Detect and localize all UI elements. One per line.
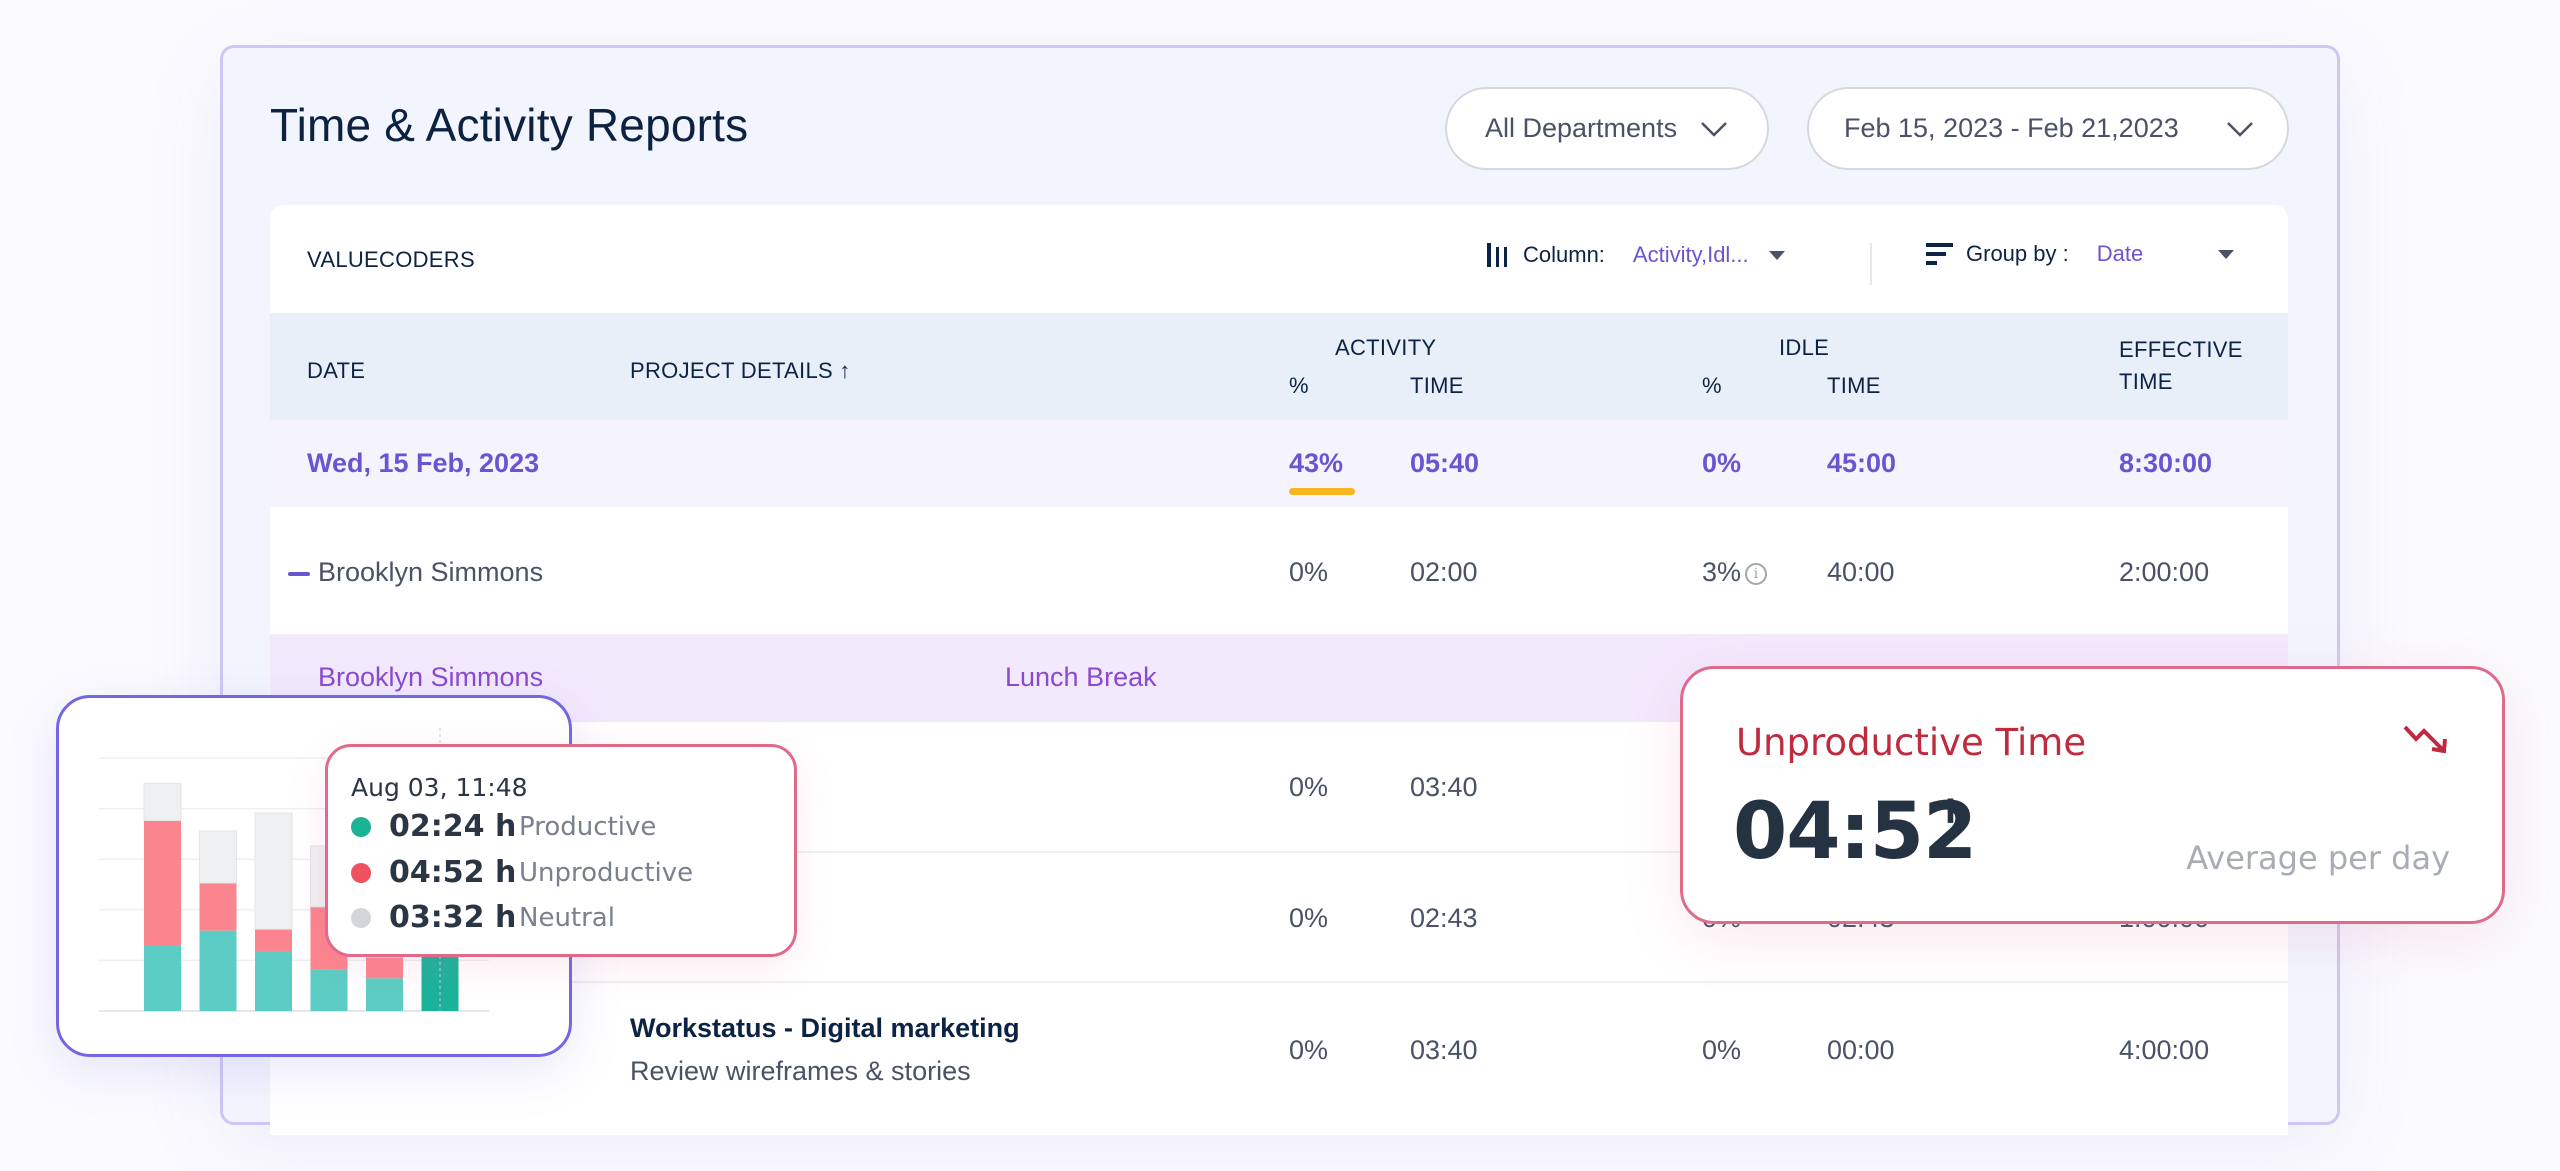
card-title: Unproductive Time <box>1736 721 2087 764</box>
project-cell: Workstatus - Digital marketing Review wi… <box>630 1013 1020 1087</box>
header-project-details-label: PROJECT DETAILS <box>630 358 833 383</box>
column-label: Column: <box>1523 242 1605 267</box>
tooltip-label: Neutral <box>519 902 615 933</box>
project-task: Review wireframes & stories <box>630 1056 971 1086</box>
header-activity-time[interactable]: TIME <box>1410 373 1464 399</box>
table-toolbar: VALUECODERS Column: Activity,Idl... Grou… <box>270 205 2288 313</box>
member-row[interactable]: Brooklyn Simmons 0% 02:00 3% i 40:00 2:00… <box>270 507 2288 636</box>
member-activity-time: 02:00 <box>1410 557 1478 587</box>
unproductive-time-card: Unproductive Time 04:52 h Average per da… <box>1680 666 2505 924</box>
project-title: Workstatus - Digital marketing <box>630 1013 1020 1043</box>
group-effective-time: 8:30:00 <box>2119 448 2213 478</box>
header-effective[interactable]: EFFECTIVE <box>2119 337 2243 363</box>
member-effective-time: 2:00:00 <box>2119 557 2210 587</box>
department-dropdown-value: All Departments <box>1485 113 1678 143</box>
member-name: Brooklyn Simmons <box>318 557 544 587</box>
bar-segment-productive[interactable] <box>144 945 181 1011</box>
header-effective-time: TIME <box>2119 369 2173 394</box>
break-member-name: Brooklyn Simmons <box>318 662 544 692</box>
date-group-row[interactable]: Wed, 15 Feb, 2023 43% 05:40 0% 45:00 8:3… <box>270 420 2288 507</box>
productive-dot-icon <box>351 816 371 837</box>
bar-segment-neutral[interactable] <box>143 782 182 822</box>
sort-asc-icon: ↑ <box>839 358 851 383</box>
bar-segment-productive[interactable] <box>199 930 237 1011</box>
tooltip-label: Unproductive <box>519 857 694 888</box>
toolbar-divider <box>1870 243 1872 285</box>
sort-lines-icon <box>1926 243 1953 265</box>
bar-segment-neutral[interactable] <box>254 812 293 930</box>
header-project-details[interactable]: PROJECT DETAILS ↑ <box>630 358 851 384</box>
activity-pct: 0% <box>1289 1035 1329 1065</box>
member-activity-pct: 0% <box>1289 557 1329 587</box>
bar-segment-unproductive[interactable] <box>366 957 403 979</box>
chart-tooltip: Aug 03, 11:48 02:24 h Productive 04:52 h… <box>325 744 797 957</box>
unproductive-dot-icon <box>351 862 371 883</box>
neutral-dot-icon <box>351 907 371 928</box>
header-idle-pct[interactable]: % <box>1702 373 1722 399</box>
activity-level-bar <box>1289 488 1355 495</box>
bar-segment-unproductive[interactable] <box>255 929 292 952</box>
trending-down-icon <box>2403 725 2447 754</box>
card-note: Average per day <box>2186 839 2450 877</box>
header-idle-time[interactable]: TIME <box>1827 373 1881 399</box>
member-idle-pct: 3% <box>1702 557 1742 587</box>
group-by-label: Group by : <box>1966 241 2069 266</box>
columns-icon <box>1487 243 1507 267</box>
caret-down-icon <box>1768 250 1785 260</box>
info-icon[interactable]: i <box>1745 562 1768 585</box>
header-idle: IDLE <box>1779 335 1830 360</box>
group-idle-time: 45:00 <box>1827 448 1897 478</box>
group-by-selector[interactable]: Group by : Date <box>1926 241 2235 267</box>
activity-time: 03:40 <box>1410 1035 1478 1065</box>
tooltip-value: 04:52 h <box>389 855 517 890</box>
header-activity: ACTIVITY <box>1335 335 1437 360</box>
tooltip-label: Productive <box>519 811 657 842</box>
date-range-picker[interactable]: Feb 15, 2023 - Feb 21,2023 <box>1807 87 2289 170</box>
chevron-down-icon <box>2226 121 2253 137</box>
break-activity: Lunch Break <box>1005 662 1157 692</box>
group-by-value: Date <box>2096 241 2144 266</box>
activity-time: 02:43 <box>1410 903 1478 933</box>
caret-down-icon <box>2218 249 2235 259</box>
group-activity-pct: 43% <box>1289 448 1344 478</box>
activity-pct: 0% <box>1289 772 1329 802</box>
idle-pct: 0% <box>1702 1035 1742 1065</box>
organization-name: VALUECODERS <box>307 247 475 272</box>
bar-segment-productive[interactable] <box>310 969 348 1011</box>
header-date[interactable]: DATE <box>307 358 365 384</box>
card-value: 04:52 <box>1733 787 1977 877</box>
bar-segment-productive[interactable] <box>255 951 292 1011</box>
member-idle-pct-cell: 3% i <box>1702 557 1768 588</box>
activity-pct: 0% <box>1289 903 1329 933</box>
chevron-down-icon <box>1701 121 1727 137</box>
tooltip-value: 02:24 h <box>389 809 517 844</box>
column-selector[interactable]: Column: Activity,Idl... <box>1485 241 1785 269</box>
department-dropdown[interactable]: All Departments <box>1445 87 1769 170</box>
idle-time: 00:00 <box>1827 1035 1895 1065</box>
header-activity-pct[interactable]: % <box>1289 373 1309 399</box>
tooltip-value: 03:32 h <box>389 900 517 935</box>
date-range-value: Feb 15, 2023 - Feb 21,2023 <box>1844 113 2179 143</box>
member-cell: Brooklyn Simmons <box>288 557 543 588</box>
bar-segment-unproductive[interactable] <box>199 883 237 931</box>
page-title: Time & Activity Reports <box>270 99 749 151</box>
member-idle-time: 40:00 <box>1827 557 1895 587</box>
bar-segment-productive[interactable] <box>366 978 403 1011</box>
table-header: DATE PROJECT DETAILS ↑ ACTIVITY % TIME I… <box>270 313 2288 420</box>
column-value: Activity,Idl... <box>1632 242 1749 267</box>
group-activity-time: 05:40 <box>1410 448 1480 478</box>
bar-segment-neutral[interactable] <box>199 830 237 884</box>
tooltip-item-unproductive: 04:52 h Unproductive <box>351 855 693 890</box>
group-idle-pct: 0% <box>1702 448 1742 478</box>
effective-time: 4:00:00 <box>2119 1035 2210 1065</box>
tooltip-timestamp: Aug 03, 11:48 <box>351 773 528 802</box>
activity-time: 03:40 <box>1410 772 1478 802</box>
collapse-icon[interactable] <box>288 571 310 576</box>
tooltip-item-productive: 02:24 h Productive <box>351 809 656 844</box>
bar-segment-unproductive[interactable] <box>144 820 181 946</box>
tooltip-item-neutral: 03:32 h Neutral <box>351 900 615 935</box>
card-unit: h <box>1945 793 1968 831</box>
group-date: Wed, 15 Feb, 2023 <box>307 448 540 478</box>
